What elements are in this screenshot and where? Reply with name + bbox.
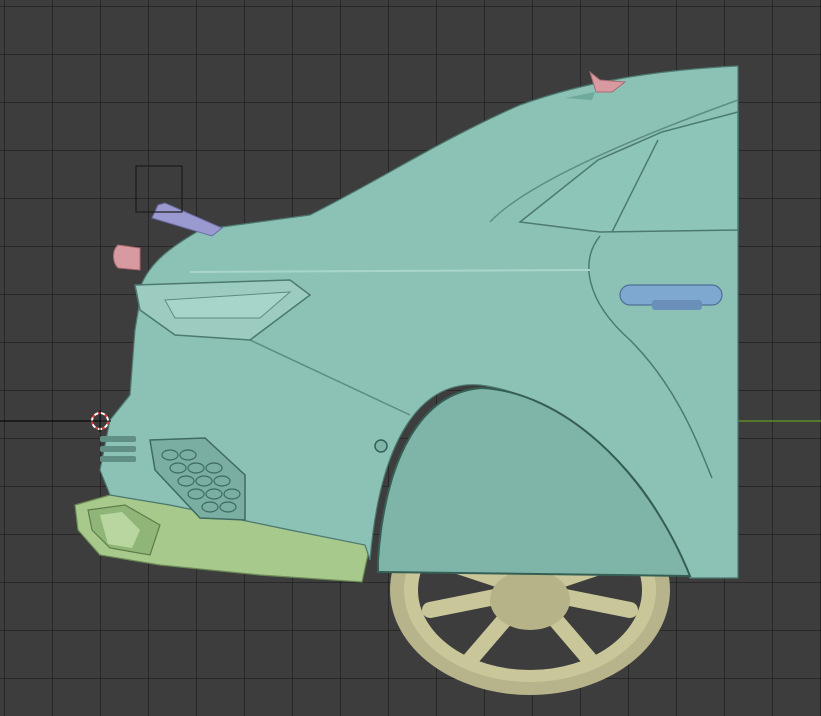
rear-vent bbox=[100, 436, 136, 462]
fuel-cap[interactable] bbox=[374, 439, 388, 453]
car-body[interactable] bbox=[99, 65, 739, 579]
exhaust-tip-pink[interactable] bbox=[113, 244, 141, 271]
rear-spoiler[interactable] bbox=[151, 202, 223, 237]
3d-viewport[interactable] bbox=[0, 0, 821, 716]
viewport-canvas[interactable] bbox=[0, 0, 821, 716]
